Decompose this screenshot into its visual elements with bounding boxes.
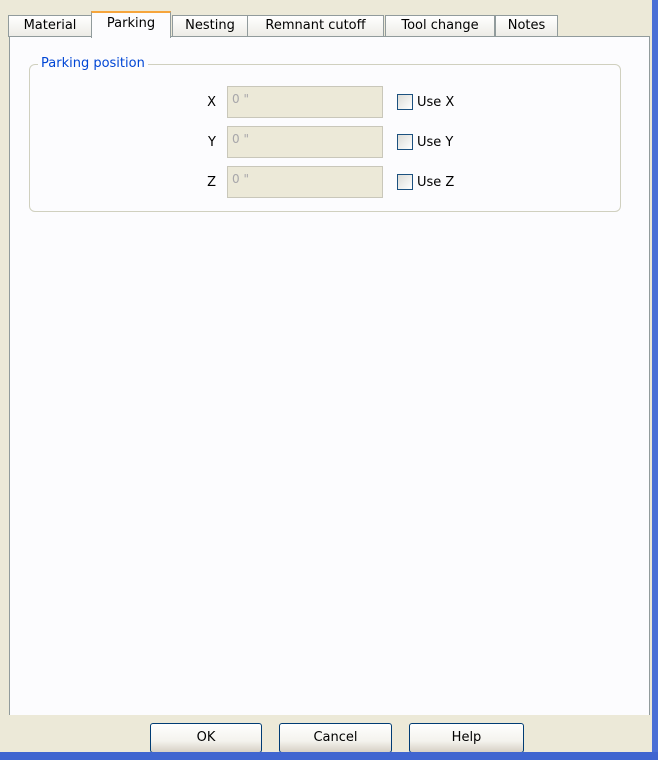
axis-label-z: Z: [207, 175, 216, 190]
parking-y-field[interactable]: 0 ": [227, 126, 383, 158]
use-z-label: Use Z: [417, 175, 455, 190]
cancel-button[interactable]: Cancel: [279, 723, 392, 753]
window-border-bottom: [0, 752, 658, 760]
axis-label-x: X: [207, 95, 216, 110]
ok-button[interactable]: OK: [150, 723, 262, 753]
tab-tool-change[interactable]: Tool change: [385, 15, 495, 37]
parking-z-field[interactable]: 0 ": [227, 166, 383, 198]
window-border-right: [652, 0, 658, 760]
parking-x-field[interactable]: 0 ": [227, 86, 383, 118]
use-z-checkbox[interactable]: [397, 174, 413, 190]
tab-nesting[interactable]: Nesting: [172, 15, 248, 37]
tab-strip: Material Parking Nesting Remnant cutoff …: [8, 9, 648, 38]
axis-label-y: Y: [208, 135, 216, 150]
use-x-label: Use X: [417, 95, 455, 110]
tab-parking[interactable]: Parking: [91, 11, 171, 38]
use-x-checkbox[interactable]: [397, 94, 413, 110]
dialog-window: Material Parking Nesting Remnant cutoff …: [0, 0, 658, 760]
use-y-label: Use Y: [417, 135, 454, 150]
tab-material[interactable]: Material: [8, 15, 92, 37]
group-title: Parking position: [38, 56, 148, 72]
help-button[interactable]: Help: [409, 723, 524, 753]
tab-remnant-cutoff[interactable]: Remnant cutoff: [247, 15, 384, 37]
use-y-checkbox[interactable]: [397, 134, 413, 150]
tab-notes[interactable]: Notes: [495, 15, 558, 37]
